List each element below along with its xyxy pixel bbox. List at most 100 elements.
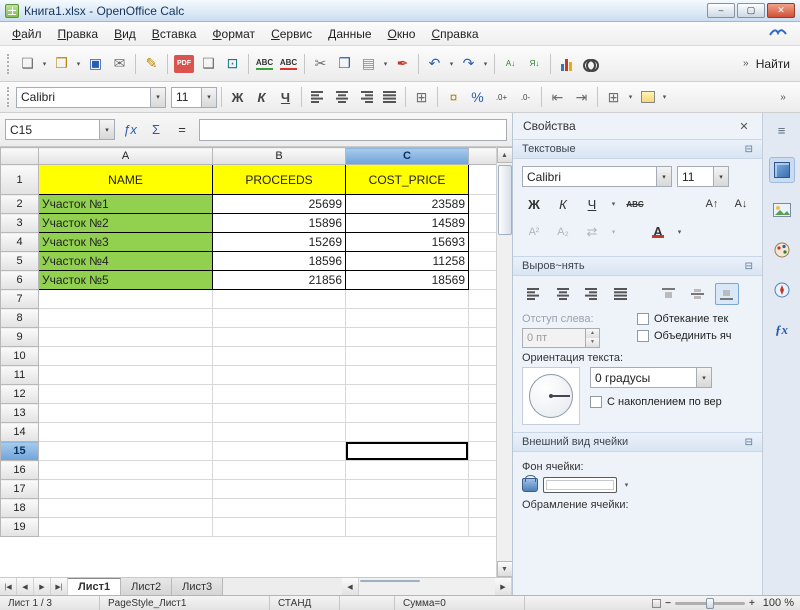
email-icon[interactable]: ✉ (108, 52, 131, 75)
menu-file[interactable]: Файл (4, 24, 50, 44)
align-justify-button[interactable] (609, 283, 633, 305)
spellcheck-icon[interactable]: ABC (253, 52, 276, 75)
toolbar-overflow-icon[interactable]: » (776, 92, 790, 103)
row-header-12[interactable]: 12 (0, 384, 39, 404)
delete-decimal-icon[interactable]: .0- (514, 86, 537, 109)
wrap-text-checkbox[interactable]: Обтекание тек (637, 313, 753, 325)
toolbar-grip[interactable] (7, 87, 12, 107)
zoom-slider[interactable] (674, 597, 745, 609)
paste-dropdown-icon[interactable]: ▾ (381, 60, 390, 68)
row-header-9[interactable]: 9 (0, 327, 39, 347)
sort-ascending-icon[interactable]: А↓ (499, 52, 522, 75)
align-left-button[interactable] (522, 283, 546, 305)
cell-B4[interactable]: 15269 (212, 232, 346, 252)
number-format-percent-icon[interactable]: % (466, 86, 489, 109)
deck-navigator-icon[interactable] (769, 277, 795, 303)
vertically-stacked-checkbox[interactable]: С накоплением по вер (590, 396, 753, 408)
dialog-launcher-icon[interactable]: ⊟ (745, 437, 753, 448)
font-color-dropdown-icon[interactable]: ▾ (675, 228, 684, 236)
background-color-dropdown-icon[interactable]: ▾ (660, 93, 669, 101)
grow-font-button[interactable]: А↑ (700, 193, 724, 215)
maximize-button[interactable]: ▢ (737, 3, 765, 18)
menu-view[interactable]: Вид (106, 24, 144, 44)
sidebar-italic-button[interactable]: К (551, 193, 575, 215)
scroll-up-icon[interactable]: ▲ (496, 147, 512, 163)
undo-dropdown-icon[interactable]: ▾ (447, 60, 456, 68)
align-right-button[interactable] (580, 283, 604, 305)
dialog-launcher-icon[interactable]: ⊟ (745, 261, 753, 272)
merge-cells-checkbox[interactable]: Объединить яч (637, 330, 753, 342)
row-header-2[interactable]: 2 (0, 194, 39, 214)
row-header-16[interactable]: 16 (0, 460, 39, 480)
add-decimal-icon[interactable]: .0+ (490, 86, 513, 109)
close-button[interactable]: ✕ (767, 3, 795, 18)
superscript-button[interactable]: А² (522, 221, 546, 243)
deck-styles-icon[interactable] (769, 237, 795, 263)
number-format-currency-icon[interactable]: ¤ (442, 86, 465, 109)
selection-mode[interactable]: СТАНД (270, 596, 340, 610)
align-justify-icon[interactable] (378, 86, 401, 109)
font-name-combobox[interactable]: Calibri ▾ (16, 86, 166, 108)
text-orientation-dial[interactable] (522, 367, 580, 425)
row-header-10[interactable]: 10 (0, 346, 39, 366)
open-icon[interactable]: ❒ (50, 52, 73, 75)
align-left-icon[interactable] (306, 86, 329, 109)
cell-C5[interactable]: 11258 (345, 251, 469, 271)
sidebar-underline-button[interactable]: Ч (580, 193, 604, 215)
vertical-scrollbar[interactable]: ▲ ▼ (496, 147, 512, 577)
cell-C3[interactable]: 14589 (345, 213, 469, 233)
section-character[interactable]: Текстовые ⊟ (513, 139, 762, 159)
deck-gallery-icon[interactable] (769, 197, 795, 223)
cell-C1[interactable]: COST_PRICE (345, 164, 469, 195)
decrease-indent-icon[interactable]: ⇤ (546, 86, 569, 109)
horizontal-scroll-thumb[interactable] (360, 580, 420, 582)
print-icon[interactable]: ❑ (197, 52, 220, 75)
scroll-left-icon[interactable]: ◀ (342, 578, 359, 595)
row-header-7[interactable]: 7 (0, 289, 39, 309)
cell-C4[interactable]: 15693 (345, 232, 469, 252)
row-header-6[interactable]: 6 (0, 270, 39, 290)
vertical-scroll-thumb[interactable] (497, 165, 512, 235)
borders-dropdown-icon[interactable]: ▾ (626, 93, 635, 101)
sum-icon[interactable]: Σ (145, 119, 167, 141)
status-sum[interactable]: Сумма=0 (395, 596, 525, 610)
align-center-button[interactable] (551, 283, 575, 305)
sheet-tab-2[interactable]: Лист2 (121, 578, 173, 595)
sidebar-font-size-combobox[interactable]: 11 ▾ (677, 166, 729, 187)
chevron-down-icon[interactable]: ▾ (696, 368, 711, 387)
chevron-down-icon[interactable]: ▾ (201, 87, 216, 107)
sheet-position[interactable]: Лист 1 / 3 (0, 596, 100, 610)
toolbar-grip[interactable] (7, 53, 12, 74)
open-dropdown-icon[interactable]: ▾ (74, 60, 83, 68)
row-header-18[interactable]: 18 (0, 498, 39, 518)
export-pdf-icon[interactable]: PDF (172, 52, 196, 75)
scroll-down-icon[interactable]: ▼ (496, 561, 512, 577)
section-cell-appearance[interactable]: Внешний вид ячейки ⊟ (513, 432, 762, 452)
row-header-14[interactable]: 14 (0, 422, 39, 442)
row-header-17[interactable]: 17 (0, 479, 39, 499)
row-header-13[interactable]: 13 (0, 403, 39, 423)
shrink-font-button[interactable]: А↓ (729, 193, 753, 215)
redo-dropdown-icon[interactable]: ▾ (481, 60, 490, 68)
spacing-dropdown-icon[interactable]: ▾ (609, 228, 618, 236)
insert-chart-icon[interactable] (555, 52, 578, 75)
find-toolbar-label[interactable]: Найти (756, 57, 790, 71)
new-document-icon[interactable]: ❏ (16, 52, 39, 75)
cell-background-swatch[interactable] (543, 477, 617, 493)
row-header-5[interactable]: 5 (0, 251, 39, 271)
zoom-level[interactable]: 100 % (763, 597, 794, 609)
deck-functions-icon[interactable]: ƒx (769, 317, 795, 343)
align-bottom-button[interactable] (715, 283, 739, 305)
spin-down-icon[interactable]: ▼ (586, 338, 599, 347)
name-box[interactable]: C15 ▾ (5, 119, 115, 140)
zoom-out-icon[interactable]: − (665, 598, 671, 609)
align-vcenter-button[interactable] (686, 283, 710, 305)
find-icon[interactable] (579, 52, 602, 75)
page-preview-icon[interactable]: ⊡ (221, 52, 244, 75)
edit-mode-icon[interactable]: ✎ (140, 52, 163, 75)
increase-indent-icon[interactable]: ⇥ (570, 86, 593, 109)
formula-input[interactable] (199, 118, 507, 141)
last-sheet-icon[interactable]: ▶| (51, 578, 68, 595)
chevron-down-icon[interactable]: ▾ (99, 120, 114, 139)
menu-tools[interactable]: Сервис (263, 24, 320, 44)
